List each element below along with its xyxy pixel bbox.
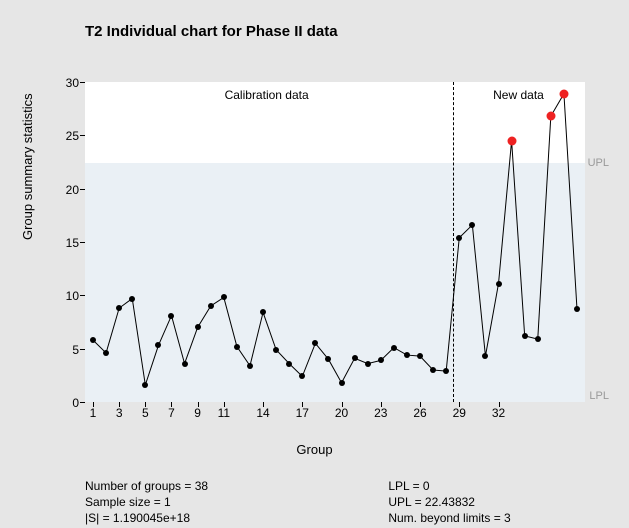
region-newdata-label: New data (493, 88, 544, 102)
data-point (286, 361, 292, 367)
x-tick-mark (342, 402, 343, 407)
data-point (469, 222, 475, 228)
data-point (496, 281, 502, 287)
data-point (482, 353, 488, 359)
data-point (247, 363, 253, 369)
region-calibration-label: Calibration data (225, 88, 309, 102)
stat-ngroups: Number of groups = 38 (85, 478, 385, 494)
data-point (574, 306, 580, 312)
data-point (142, 382, 148, 388)
x-tick-mark (381, 402, 382, 407)
y-tick-label: 20 (49, 183, 79, 197)
data-point (312, 340, 318, 346)
x-tick-label: 29 (453, 406, 466, 420)
y-axis-label: Group summary statistics (20, 93, 35, 240)
x-tick-label: 32 (492, 406, 505, 420)
data-point (299, 373, 305, 379)
data-point (325, 356, 331, 362)
out-of-limit-point (546, 112, 555, 121)
data-point (103, 350, 109, 356)
x-tick-label: 11 (218, 406, 230, 420)
x-tick-label: 7 (168, 406, 175, 420)
x-tick-mark (263, 402, 264, 407)
x-tick-mark (198, 402, 199, 407)
data-point (234, 344, 240, 350)
x-tick-mark (459, 402, 460, 407)
data-point (535, 336, 541, 342)
y-tick-label: 15 (49, 236, 79, 250)
y-tick-mark (80, 242, 85, 243)
y-tick-mark (80, 82, 85, 83)
y-tick-label: 10 (49, 289, 79, 303)
x-tick-label: 5 (142, 406, 149, 420)
y-tick-label: 0 (49, 396, 79, 410)
data-point (443, 368, 449, 374)
y-tick-label: 30 (49, 76, 79, 90)
x-tick-mark (224, 402, 225, 407)
x-tick-mark (145, 402, 146, 407)
y-tick-label: 5 (49, 343, 79, 357)
chart-title: T2 Individual chart for Phase II data (85, 23, 338, 40)
x-tick-label: 9 (194, 406, 201, 420)
data-point (522, 333, 528, 339)
data-point (391, 345, 397, 351)
out-of-limit-point (559, 89, 568, 98)
x-tick-mark (171, 402, 172, 407)
data-point (129, 296, 135, 302)
x-tick-mark (119, 402, 120, 407)
x-axis-label: Group (0, 442, 629, 457)
x-tick-mark (93, 402, 94, 407)
data-point (365, 361, 371, 367)
x-tick-mark (499, 402, 500, 407)
stat-detS: |S| = 1.190045e+18 (85, 510, 385, 526)
data-point (168, 313, 174, 319)
x-tick-label: 14 (256, 406, 269, 420)
stat-ssize: Sample size = 1 (85, 494, 385, 510)
y-tick-mark (80, 349, 85, 350)
data-point (417, 353, 423, 359)
data-point (456, 235, 462, 241)
lpl-label: LPL (589, 390, 609, 402)
y-tick-mark (80, 135, 85, 136)
data-point (182, 361, 188, 367)
stat-beyond: Num. beyond limits = 3 (388, 510, 588, 526)
data-point (90, 337, 96, 343)
data-point (260, 309, 266, 315)
data-point (195, 324, 201, 330)
upl-label: UPL (588, 157, 609, 169)
footer-stats: Number of groups = 38 Sample size = 1 |S… (85, 478, 588, 526)
chart-container: T2 Individual chart for Phase II data 0 5… (0, 0, 629, 528)
data-point (352, 355, 358, 361)
y-tick-label: 25 (49, 129, 79, 143)
stat-lpl: LPL = 0 (388, 478, 588, 494)
data-point (116, 305, 122, 311)
x-tick-label: 20 (335, 406, 348, 420)
x-tick-mark (420, 402, 421, 407)
plot-area (85, 82, 585, 402)
x-tick-label: 26 (413, 406, 426, 420)
stat-upl: UPL = 22.43832 (388, 494, 588, 510)
x-tick-label: 17 (296, 406, 309, 420)
x-tick-label: 3 (116, 406, 123, 420)
y-tick-mark (80, 402, 85, 403)
x-tick-label: 23 (374, 406, 387, 420)
series-line (85, 82, 585, 402)
data-point (404, 352, 410, 358)
x-tick-label: 1 (90, 406, 97, 420)
data-point (430, 367, 436, 373)
data-point (339, 380, 345, 386)
x-tick-mark (302, 402, 303, 407)
data-point (221, 294, 227, 300)
data-point (208, 303, 214, 309)
data-point (378, 357, 384, 363)
data-point (155, 342, 161, 348)
y-tick-mark (80, 189, 85, 190)
out-of-limit-point (507, 136, 516, 145)
data-point (273, 347, 279, 353)
y-tick-mark (80, 295, 85, 296)
